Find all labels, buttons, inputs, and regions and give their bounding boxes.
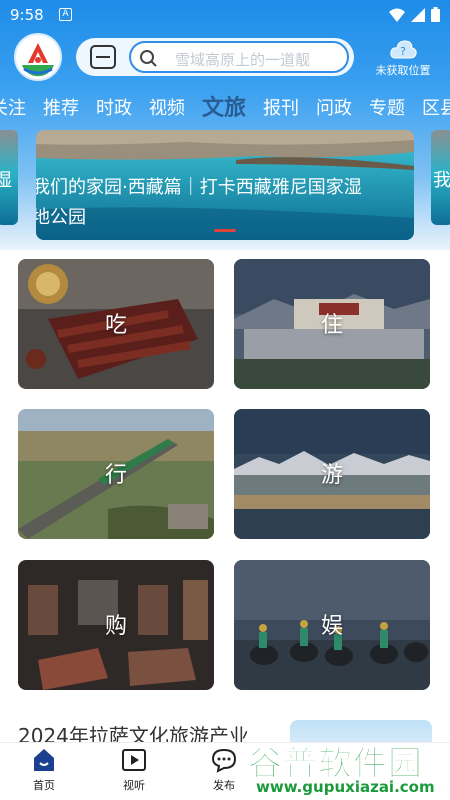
tab-inquiry[interactable]: 问政 [316, 92, 352, 126]
watermark-url: www.gupuxiazai.com [256, 778, 435, 796]
category-label-stay: 住 [320, 313, 343, 338]
category-shop[interactable]: 购 [18, 560, 214, 690]
category-travel[interactable]: 行 [18, 409, 214, 539]
location-label: 未获取位置 [375, 64, 431, 77]
logo-emblem-icon [18, 37, 58, 77]
nav-audio-video[interactable]: 视听 [104, 747, 164, 793]
category-label-tour: 游 [320, 463, 343, 488]
category-label-eat: 吃 [104, 313, 127, 338]
category-label-shop: 购 [104, 614, 127, 639]
search-input[interactable]: 雪域高原上的一道靓 [129, 41, 349, 73]
banner-slide[interactable]: 我们的家园·西藏篇｜打卡西藏雅尼国家湿 地公园 [36, 130, 414, 240]
nav-home[interactable]: 首页 [14, 747, 74, 793]
status-icons [389, 7, 440, 22]
svg-text:?: ? [400, 45, 406, 58]
status-time: 9:58 [10, 6, 44, 24]
tab-topics[interactable]: 专题 [369, 92, 405, 126]
banner-next-peek[interactable]: 我们 [431, 130, 450, 225]
tab-follow[interactable]: 关注 [0, 92, 26, 126]
signal-icon [411, 7, 425, 22]
tab-culture-tourism[interactable]: 文旅 [202, 92, 246, 126]
site-watermark: 谷普软件园 www.gupuxiazai.com [236, 736, 448, 798]
tab-districts[interactable]: 区县 [422, 92, 450, 126]
nav-home-label: 首页 [33, 779, 55, 792]
category-stay[interactable]: 住 [234, 259, 430, 389]
battery-icon [431, 7, 440, 22]
app-logo[interactable] [14, 33, 62, 81]
chat-bubble-icon [211, 748, 237, 773]
banner-prev-caption: 湿 [0, 170, 12, 191]
play-icon [122, 749, 146, 771]
category-entertainment[interactable]: 娱 [234, 560, 430, 690]
nav-audio-video-label: 视听 [123, 779, 145, 792]
wifi-icon [389, 8, 405, 22]
notification-icon: A [59, 8, 72, 21]
home-icon [34, 749, 54, 771]
tab-politics[interactable]: 时政 [96, 92, 132, 126]
scan-icon[interactable] [84, 44, 122, 70]
question-cloud-icon: ? [390, 40, 417, 59]
channel-tabs: 关注 推荐 时政 视频 文旅 报刊 问政 专题 区县 [0, 92, 450, 126]
category-eat[interactable]: 吃 [18, 259, 214, 389]
location-button[interactable]: ? 未获取位置 [372, 38, 434, 78]
search-icon [140, 50, 157, 67]
search-placeholder: 雪域高原上的一道靓 [175, 51, 311, 69]
banner-prev-peek[interactable]: 湿 [0, 130, 18, 225]
banner-caption: 我们的家园·西藏篇｜打卡西藏雅尼国家湿 地公园 [36, 173, 414, 233]
banner-caption-line1: 我们的家园·西藏篇｜打卡西藏雅尼国家湿 [36, 177, 362, 198]
status-bar: 9:58 A [0, 0, 450, 32]
carousel-indicator [214, 229, 236, 232]
category-label-travel: 行 [104, 463, 127, 488]
tab-newspaper[interactable]: 报刊 [263, 92, 299, 126]
banner-next-caption: 我们 [433, 170, 450, 191]
tab-recommend[interactable]: 推荐 [43, 92, 79, 126]
category-tour[interactable]: 游 [234, 409, 430, 539]
search-bar: 雪域高原上的一道靓 [76, 38, 354, 76]
tab-video[interactable]: 视频 [149, 92, 185, 126]
category-label-entertainment: 娱 [320, 614, 343, 639]
